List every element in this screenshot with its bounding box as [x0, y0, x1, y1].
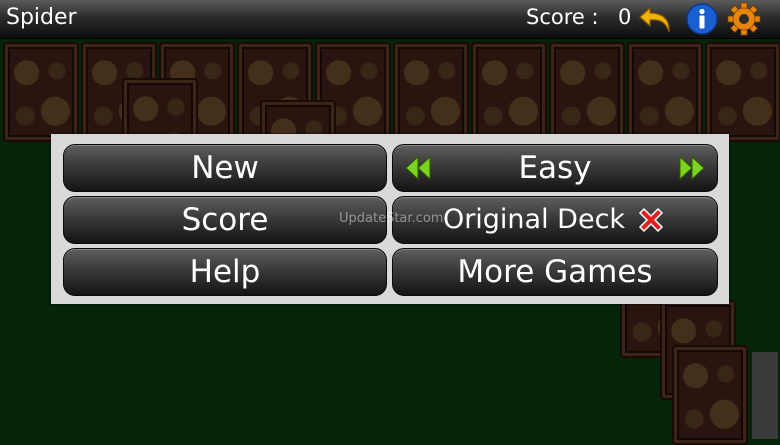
- card-back[interactable]: [627, 42, 703, 142]
- settings-gear-icon: [727, 2, 761, 36]
- info-button[interactable]: [684, 2, 720, 36]
- undo-arrow-icon: [639, 6, 670, 33]
- undo-button[interactable]: [638, 2, 674, 36]
- previous-difficulty-icon[interactable]: [403, 154, 433, 182]
- new-game-button[interactable]: New: [63, 144, 387, 192]
- card-back[interactable]: [549, 42, 625, 142]
- top-bar: Spider Score : 0: [0, 0, 780, 39]
- card-back[interactable]: [3, 42, 79, 142]
- score-label: Score :: [526, 5, 599, 29]
- difficulty-label: Easy: [518, 150, 592, 186]
- card-back[interactable]: [471, 42, 547, 142]
- card-back[interactable]: [393, 42, 469, 142]
- settings-button[interactable]: [727, 2, 763, 36]
- card-back[interactable]: [705, 42, 780, 142]
- score-value: 0: [618, 5, 632, 29]
- scroll-strip: [752, 352, 778, 439]
- difficulty-selector[interactable]: Easy: [392, 144, 718, 192]
- more-games-button[interactable]: More Games: [392, 248, 718, 296]
- deck-label: Original Deck: [442, 204, 626, 235]
- card-back[interactable]: [672, 345, 748, 445]
- close-red-x-icon: [639, 207, 664, 233]
- next-difficulty-icon[interactable]: [677, 154, 707, 182]
- watermark: UpdateStar.com: [339, 211, 444, 226]
- help-button[interactable]: Help: [63, 248, 387, 296]
- app-title: Spider: [6, 5, 77, 30]
- info-icon: [686, 3, 718, 35]
